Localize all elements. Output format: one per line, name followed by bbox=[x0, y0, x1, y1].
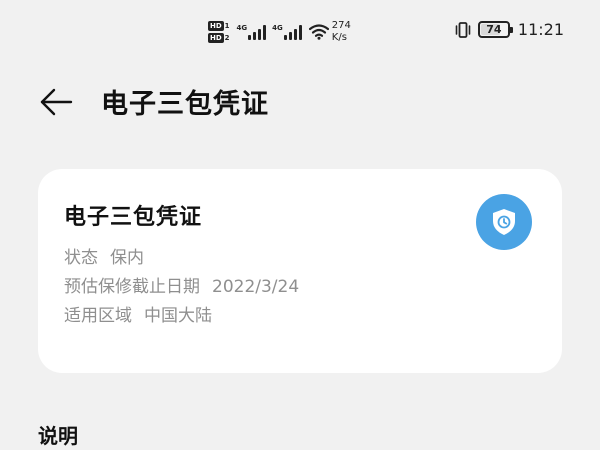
status-label: 状态 bbox=[64, 248, 98, 268]
network-indicators: HD 1 HD 2 4G 4G 274 K/s bbox=[208, 20, 351, 44]
hd-badge: HD bbox=[208, 21, 224, 31]
speed-unit: K/s bbox=[331, 32, 347, 43]
network-type: 4G bbox=[272, 24, 283, 32]
expiry-label: 预估保修截止日期 bbox=[64, 277, 200, 297]
battery-icon: 74 bbox=[477, 21, 513, 38]
sim-number: 1 bbox=[224, 22, 230, 30]
battery-level: 74 bbox=[486, 23, 502, 36]
speed-value: 274 bbox=[331, 20, 351, 31]
expiry-row: 预估保修截止日期 2022/3/24 bbox=[64, 272, 299, 297]
shield-clock-icon bbox=[490, 207, 518, 237]
expiry-value: 2022/3/24 bbox=[212, 277, 300, 297]
hd-badge: HD bbox=[208, 33, 224, 43]
region-label: 适用区域 bbox=[64, 306, 132, 326]
wifi-icon bbox=[308, 24, 329, 40]
arrow-left-icon bbox=[39, 88, 73, 116]
signal-bars-icon bbox=[283, 24, 302, 40]
signal-sim1: 4G bbox=[237, 24, 267, 40]
signal-sim2: 4G bbox=[272, 24, 302, 40]
vibrate-icon bbox=[454, 21, 472, 39]
status-bar: HD 1 HD 2 4G 4G 274 K/s 74 11:21 bbox=[0, 0, 600, 70]
region-value: 中国大陆 bbox=[144, 306, 212, 326]
status-value: 保内 bbox=[110, 248, 144, 268]
section-title-description: 说明 bbox=[38, 424, 78, 448]
network-speed: 274 K/s bbox=[332, 20, 351, 44]
warranty-card: 电子三包凭证 状态 保内 预估保修截止日期 2022/3/24 适用区域 中国大陆 bbox=[38, 169, 562, 373]
card-title: 电子三包凭证 bbox=[64, 205, 203, 230]
clock: 11:21 bbox=[517, 20, 564, 39]
region-row: 适用区域 中国大陆 bbox=[64, 301, 212, 326]
back-button[interactable] bbox=[36, 84, 76, 120]
network-type: 4G bbox=[236, 24, 248, 32]
sim-number: 2 bbox=[224, 34, 230, 42]
app-bar: 电子三包凭证 bbox=[0, 70, 600, 140]
sim-hd-indicators: HD 1 HD 2 bbox=[208, 21, 230, 43]
sim1-indicator: HD 1 bbox=[208, 21, 230, 31]
sim2-indicator: HD 2 bbox=[208, 33, 230, 43]
status-row: 状态 保内 bbox=[64, 243, 144, 268]
warranty-badge bbox=[476, 194, 532, 250]
system-indicators: 74 11:21 bbox=[454, 20, 564, 39]
signal-bars-icon bbox=[248, 24, 267, 40]
page-title: 电子三包凭证 bbox=[101, 89, 269, 120]
